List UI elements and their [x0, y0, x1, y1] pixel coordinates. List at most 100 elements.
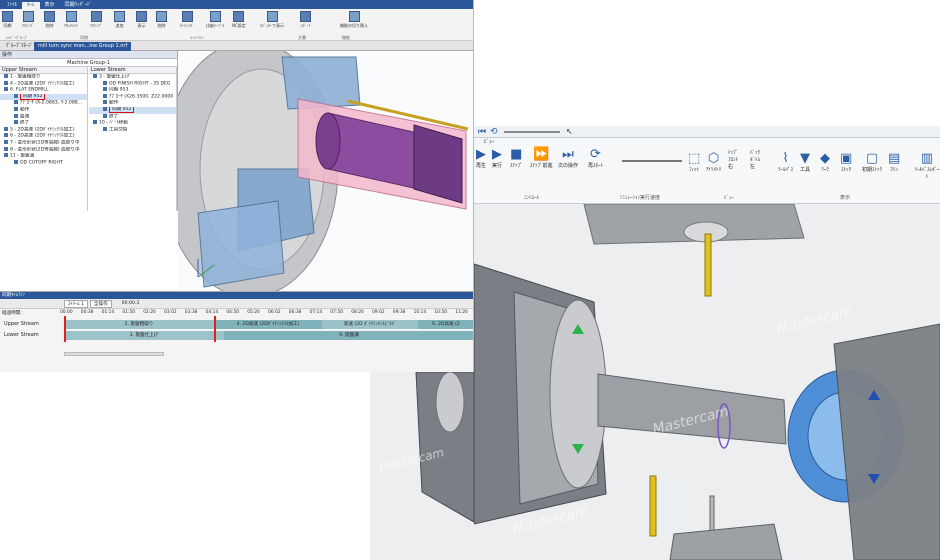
sync-manager-window: ﾌｧｲﾙ ﾎｰﾑ 表示 同期ｳｨｻﾞｰﾄﾞ 同期 ｱｸﾃｨﾌﾞ 削除 ｱﾀｯﾁﾒ…	[0, 0, 474, 372]
timeline-tick-label: 11:26	[455, 310, 468, 315]
ribbon-button-nc-settings[interactable]: NC設定	[232, 11, 246, 29]
tree-row[interactable]: 同期 952	[0, 93, 87, 101]
timeline-row-lower: Lower Stream 3. 旋盤仕上げ 9. 旋盤溝	[0, 330, 473, 341]
restart-button[interactable]: ⟳ 再ｽﾀｰﾄ	[588, 148, 603, 170]
ribbon-button-sync[interactable]: 同期	[2, 11, 13, 29]
speed-slider[interactable]	[622, 160, 682, 162]
tree-row[interactable]: 終了	[89, 113, 176, 121]
timeline-segment[interactable]: 高速 (2D ﾀﾞｲﾅﾐｯｸﾐﾙﾋﾞﾙﾄﾞ	[322, 320, 418, 329]
toolpath-button[interactable]: ⌇ ﾂｰﾙﾊﾟｽ	[778, 152, 793, 174]
ribbon-button-show[interactable]: 表示	[136, 11, 147, 29]
timeline-row-upper: Upper Stream 2. 旋盤粗取り 4. 2D高速 (2Dﾀﾞｲﾅﾐｯｸ…	[0, 319, 473, 330]
ribbon-button-auto[interactable]: ｵｰﾃｨﾝｸﾞ	[180, 11, 194, 29]
ribbon-button-delete[interactable]: 削除	[44, 11, 55, 29]
3d-viewport[interactable]	[178, 51, 473, 291]
machine-icon: ▤	[888, 151, 901, 166]
view-front-button[interactable]: ﾌﾛﾝﾄ	[728, 157, 738, 164]
tree-row[interactable]: 同期 953	[89, 87, 176, 94]
timeline-segment[interactable]: 4. 2D高速 (2Dﾀﾞｲﾅﾐｯｸﾐﾙ加工)	[214, 320, 322, 329]
tree-row[interactable]: 11 - 旋盤溝	[0, 153, 87, 160]
menu-tab-view[interactable]: 表示	[40, 2, 60, 9]
simulator-tab[interactable]: ﾋﾞｭｰ	[474, 138, 940, 146]
tree-row[interactable]: ｱﾌﾟﾛｰﾁ (X-2.0883, Y-2.088...	[0, 100, 87, 107]
view-back-button[interactable]: ﾊﾞｯｸ	[750, 150, 760, 157]
ribbon-button-active[interactable]: ｱｸﾃｨﾌﾞ	[22, 11, 34, 29]
tree-row[interactable]: 6. FLAT ENDMILL	[0, 87, 87, 94]
menu-tab-file[interactable]: ﾌｧｲﾙ	[2, 2, 22, 9]
tree-row[interactable]: 動作	[89, 100, 176, 107]
menu-tab-home[interactable]: ﾎｰﾑ	[22, 2, 40, 9]
tree-row[interactable]: 4 - 2D高速 (2Dﾀﾞｲﾅﾐｯｸﾐﾙ加工)	[0, 80, 87, 88]
ribbon-button-editor[interactable]: ｴﾃﾞｨﾀｰで表示	[260, 11, 284, 29]
tree-row[interactable]: 1 - 旋盤粗取り	[0, 74, 87, 81]
machine-group-selector[interactable]: Machine Group-1	[0, 59, 177, 67]
ribbon-button-activate[interactable]: ｱｸﾃｨﾌﾞ	[90, 11, 102, 29]
timeline-segment[interactable]: 9. 旋盤溝	[224, 331, 473, 340]
tree-row[interactable]: 終了	[0, 120, 87, 127]
step-forward-button[interactable]: ⏩ ｽﾃｯﾌﾟ前進	[530, 148, 553, 170]
tree-row[interactable]: 動作	[0, 106, 87, 114]
stop-button[interactable]: ■ ｽﾃｯﾌﾟ	[510, 148, 523, 170]
tree-row[interactable]: 最適	[0, 113, 87, 121]
tree-row-label: 工具交換	[109, 127, 128, 133]
menu-tab-sync-wizard[interactable]: 同期ｳｨｻﾞｰﾄﾞ	[60, 2, 98, 9]
run-button[interactable]: ▶ 実行	[492, 148, 502, 170]
view-top-button[interactable]: ﾄｯﾌﾟ	[728, 150, 738, 157]
tree-row[interactable]: 7 - 変形形状(2D等高線) 面取り中	[0, 139, 87, 147]
ribbon-button-report[interactable]: ﾚﾎﾟｰﾄ	[300, 11, 311, 29]
initial-stock-button[interactable]: ▢ 初期ｽﾄｯｸ	[862, 152, 882, 174]
tree-row[interactable]: 同期 952	[89, 106, 176, 114]
operation-icon	[14, 100, 18, 105]
fit-icon: ⬚	[688, 151, 701, 166]
view-bottom-button[interactable]: ﾎﾞﾄﾑ	[750, 157, 760, 164]
attach-icon	[65, 11, 77, 22]
toolpath-report-button[interactable]: ▥ ﾂｰﾙﾊﾟｽﾚﾎﾟｰﾄ	[914, 152, 940, 181]
active-icon	[22, 11, 34, 22]
tree-row[interactable]: OD FINISH RIGHT - 35 DEG	[89, 80, 176, 88]
pointer-icon[interactable]: ↖	[566, 127, 573, 136]
loop-icon[interactable]: ⟲	[490, 127, 498, 137]
timeline-tab-all[interactable]: 全操作	[89, 299, 112, 308]
tree-row[interactable]: 5 - 2D高速 (2Dﾀﾞｲﾅﾐｯｸﾐﾙ加工)	[0, 126, 87, 134]
work-icon: ◆	[820, 151, 830, 166]
timeline-playhead[interactable]	[64, 316, 66, 342]
operation-icon	[14, 159, 18, 164]
simulation-viewport[interactable]: Mastercam Mastercam Mastercam	[474, 203, 940, 560]
next-operation-button[interactable]: ⏭ 次の操作	[558, 148, 578, 170]
timeline-segment[interactable]: 6. 2D高速 (2	[418, 320, 473, 329]
timeline-tick-label: 04:50	[226, 310, 240, 315]
tree-row[interactable]: 3 - 旋盤仕上げ	[89, 74, 176, 81]
tree-row-label: 動作	[109, 100, 119, 106]
view-left-button[interactable]: 左	[750, 164, 760, 171]
tool-button[interactable]: ▼ 工具	[800, 152, 810, 174]
fit-button[interactable]: ⬚ ﾌｨｯﾄ	[688, 151, 701, 174]
work-button[interactable]: ◆ ﾜｰｸ	[820, 151, 830, 174]
play-button[interactable]: ▶ 再生	[476, 148, 486, 170]
stock-button[interactable]: ▣ ｽﾄｯｸ	[840, 152, 852, 174]
ribbon-button-attach[interactable]: ｱﾀｯﾁﾒﾝﾄ	[64, 11, 78, 29]
ribbon-button-toggle[interactable]: 機能の切り替え	[340, 11, 368, 29]
ribbon-button-remove[interactable]: 削除	[156, 11, 167, 29]
tree-row[interactable]: 工具交換	[89, 126, 176, 134]
tree-row[interactable]: ｱﾌﾟﾛｰﾁ (X26.3500, Z22.0000	[89, 93, 176, 101]
rewind-icon[interactable]: ⏮	[478, 127, 486, 137]
ribbon-button-compare[interactable]: 比較ﾃｰﾌﾞﾙ	[206, 11, 224, 29]
tree-row-label: 7 - 変形形状(2D等高線) 面取り中	[10, 140, 80, 146]
timeline-scrollbar[interactable]	[64, 352, 164, 356]
iso-button[interactable]: ⬡ ｱｲｿﾒﾄﾘ	[706, 152, 721, 174]
view-right-button[interactable]: 右	[728, 164, 738, 171]
view-orientation-group: ﾄｯﾌﾟ ﾌﾛﾝﾄ 右	[728, 150, 738, 171]
tree-row[interactable]: OD CUTOFF RIGHT	[0, 159, 87, 167]
timeline-segment[interactable]: 3. 旋盤仕上げ	[64, 331, 224, 340]
remove-icon	[156, 11, 167, 22]
timeline-segment[interactable]: 2. 旋盤粗取り	[64, 320, 214, 329]
tree-row[interactable]: 6 - 2D高速 (2Dﾀﾞｲﾅﾐｯｸﾐﾙ加工)	[0, 133, 87, 140]
tree-row[interactable]: 8 - 変形形状(2D等高線) 面取り中	[0, 146, 87, 154]
ribbon-button-add[interactable]: 追加	[114, 11, 125, 29]
display-group-label: 表示	[840, 195, 851, 201]
position-slider[interactable]	[504, 131, 560, 133]
tree-row[interactable]: 10 - ﾊﾟｰﾄ移動	[89, 120, 176, 127]
machine-button[interactable]: ▤ ﾏｼﾝ	[888, 151, 901, 174]
timeline-tab-stream[interactable]: ｽﾄﾘｰﾑ 1	[64, 299, 88, 308]
doc-tab-sync-file[interactable]: mill turn sync man...ine Group 1.nrf	[34, 42, 132, 51]
